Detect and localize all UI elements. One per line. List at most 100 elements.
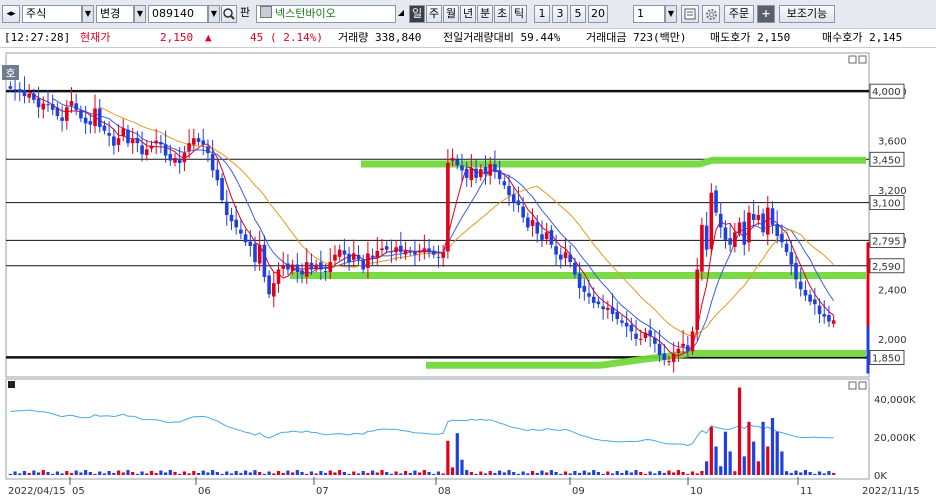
- volume-bar: [102, 473, 107, 475]
- volume-bar: [267, 471, 271, 475]
- stock-chart[interactable]: 4,0003,6003,2002,8002,4002,0004,0003,450…: [0, 48, 936, 499]
- volume-bar: [27, 472, 31, 475]
- candle-body: [60, 117, 64, 121]
- mode-combo-value: 변경: [100, 7, 121, 20]
- period-button[interactable]: 틱: [511, 5, 527, 23]
- stock-name-dropdown-icon[interactable]: ◢: [396, 5, 406, 23]
- candle-body: [808, 294, 812, 302]
- volume-bar: [606, 471, 610, 475]
- interval-input[interactable]: 1: [633, 5, 665, 23]
- candle-body: [192, 138, 196, 145]
- period-button[interactable]: 주: [426, 5, 442, 23]
- period-button[interactable]: 년: [460, 5, 476, 23]
- plus-icon[interactable]: +: [757, 5, 775, 23]
- volume-tick-label: 20,000K: [874, 433, 916, 444]
- candle-body: [248, 241, 253, 246]
- candle-body: [295, 264, 300, 272]
- candle-body: [554, 246, 558, 255]
- assist-button[interactable]: 보조기능: [779, 5, 835, 23]
- volume-bar: [239, 472, 243, 475]
- candle-body: [79, 110, 83, 119]
- mode-combo-dropdown-icon[interactable]: ▼: [134, 5, 146, 23]
- candle-body: [568, 254, 572, 263]
- change-arrow: ▲: [205, 31, 212, 44]
- volume-bar: [229, 473, 234, 475]
- volume-bar: [521, 471, 525, 475]
- candle-body: [601, 306, 605, 310]
- interval-button[interactable]: 5: [570, 5, 586, 23]
- volume-bar: [131, 471, 135, 475]
- market-combo-dropdown-icon[interactable]: ▼: [82, 5, 94, 23]
- candle-body: [587, 293, 591, 297]
- candle-body: [813, 299, 817, 305]
- interval-dropdown-icon[interactable]: ▼: [665, 5, 677, 23]
- volume-bar: [314, 473, 318, 475]
- candle-body: [502, 181, 507, 186]
- display-icon[interactable]: [681, 5, 699, 23]
- volume-bar: [526, 473, 530, 475]
- stock-code-input[interactable]: 089140: [148, 5, 208, 23]
- magnifier-icon[interactable]: [221, 5, 237, 23]
- volume-bar: [328, 470, 332, 475]
- volume-bar: [211, 470, 215, 475]
- candle-body: [488, 164, 493, 176]
- volume-bar: [719, 466, 723, 475]
- stock-name-field[interactable]: 넥스턴바이오: [256, 5, 396, 23]
- volume-bar: [596, 471, 601, 475]
- candle-body: [714, 190, 718, 213]
- candle-body: [629, 324, 634, 332]
- stock-code-dropdown-icon[interactable]: ▼: [208, 5, 220, 23]
- volume-bar: [408, 472, 412, 475]
- candle-body: [102, 125, 107, 131]
- volume-panel-maximize-icon[interactable]: [848, 381, 857, 390]
- period-button[interactable]: 일: [409, 5, 425, 23]
- volume-panel-marker-icon: [8, 381, 15, 388]
- candle-body: [97, 108, 102, 128]
- volume-bar: [681, 471, 685, 475]
- volume-bar: [272, 473, 276, 475]
- candle-body: [215, 169, 220, 181]
- market-combo[interactable]: 주식: [22, 5, 82, 23]
- mode-combo[interactable]: 변경: [96, 5, 134, 23]
- price-panel[interactable]: [5, 52, 870, 378]
- volume-bar: [126, 470, 130, 475]
- candle-body: [634, 333, 638, 339]
- candle-body: [643, 332, 648, 339]
- volume-panel-close-icon[interactable]: [858, 381, 867, 390]
- candle-body: [742, 221, 747, 245]
- price-panel-maximize-icon[interactable]: [848, 55, 857, 64]
- order-button[interactable]: 주문: [724, 5, 754, 23]
- candle-body: [356, 254, 361, 260]
- candle-body: [107, 133, 111, 136]
- candle-body: [262, 244, 267, 277]
- volume-bar: [832, 472, 836, 475]
- volume-bar: [88, 471, 92, 475]
- interval-button[interactable]: 1: [534, 5, 550, 23]
- magnifier-icon-svg: [223, 8, 235, 20]
- candle-body: [69, 101, 74, 106]
- candle-body: [770, 208, 775, 225]
- candle-body: [361, 259, 365, 270]
- volume-bar: [808, 471, 812, 475]
- period-button[interactable]: 초: [494, 5, 510, 23]
- volume-bar: [300, 471, 304, 475]
- volume-bar: [215, 471, 219, 475]
- volume-bar: [761, 421, 765, 475]
- candle-body: [761, 213, 765, 233]
- volume-bar: [248, 472, 252, 475]
- period-button[interactable]: 월: [443, 5, 459, 23]
- settings-icon[interactable]: [702, 5, 720, 23]
- interval-button[interactable]: 20: [588, 5, 608, 23]
- period-button[interactable]: 분: [477, 5, 493, 23]
- candle-body: [182, 153, 187, 163]
- legend-badge[interactable]: 호: [2, 65, 19, 80]
- price-panel-close-icon[interactable]: [858, 55, 867, 64]
- candle-body: [535, 222, 540, 234]
- prev-next-arrows-icon[interactable]: ◂▸: [2, 5, 20, 23]
- candle-body: [187, 143, 191, 151]
- interval-button[interactable]: 3: [552, 5, 568, 23]
- candle-body: [370, 255, 375, 258]
- candle-body: [173, 158, 177, 163]
- candle-body: [427, 248, 431, 253]
- volume-bar: [582, 470, 586, 475]
